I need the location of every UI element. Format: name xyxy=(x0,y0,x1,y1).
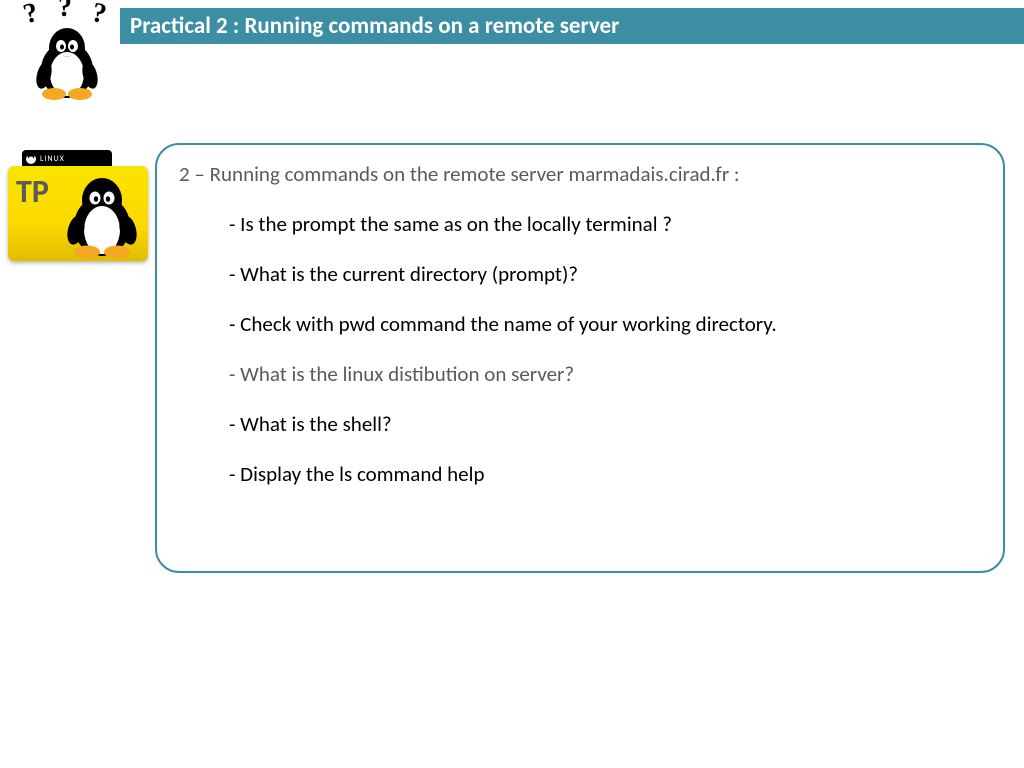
question-item: - Display the ls command help xyxy=(229,461,973,487)
question-item: - Check with pwd command the name of you… xyxy=(229,311,973,337)
question-item: - What is the current directory (prompt)… xyxy=(229,261,973,287)
page-title: Practical 2 : Running commands on a remo… xyxy=(130,12,619,40)
tux-penguin-icon xyxy=(32,20,102,100)
header-bar: Practical 2 : Running commands on a remo… xyxy=(120,8,1024,44)
folder-badge: TP xyxy=(16,172,49,211)
tux-penguin-icon xyxy=(63,170,141,258)
question-list: - Is the prompt the same as on the local… xyxy=(179,211,973,487)
folder-body: TP xyxy=(8,166,148,261)
content-panel: 2 – Running commands on the remote serve… xyxy=(155,143,1005,573)
tux-thinking-icon: ? ? ? xyxy=(10,0,120,110)
tp-folder-icon: LINUX TP xyxy=(8,150,148,265)
section-heading: 2 – Running commands on the remote serve… xyxy=(179,161,973,187)
tux-mini-icon xyxy=(24,151,38,165)
folder-tab-label: LINUX xyxy=(40,154,65,164)
question-item: - Is the prompt the same as on the local… xyxy=(229,211,973,237)
question-item: - What is the shell? xyxy=(229,411,973,437)
question-item: - What is the linux distibution on serve… xyxy=(229,361,973,387)
